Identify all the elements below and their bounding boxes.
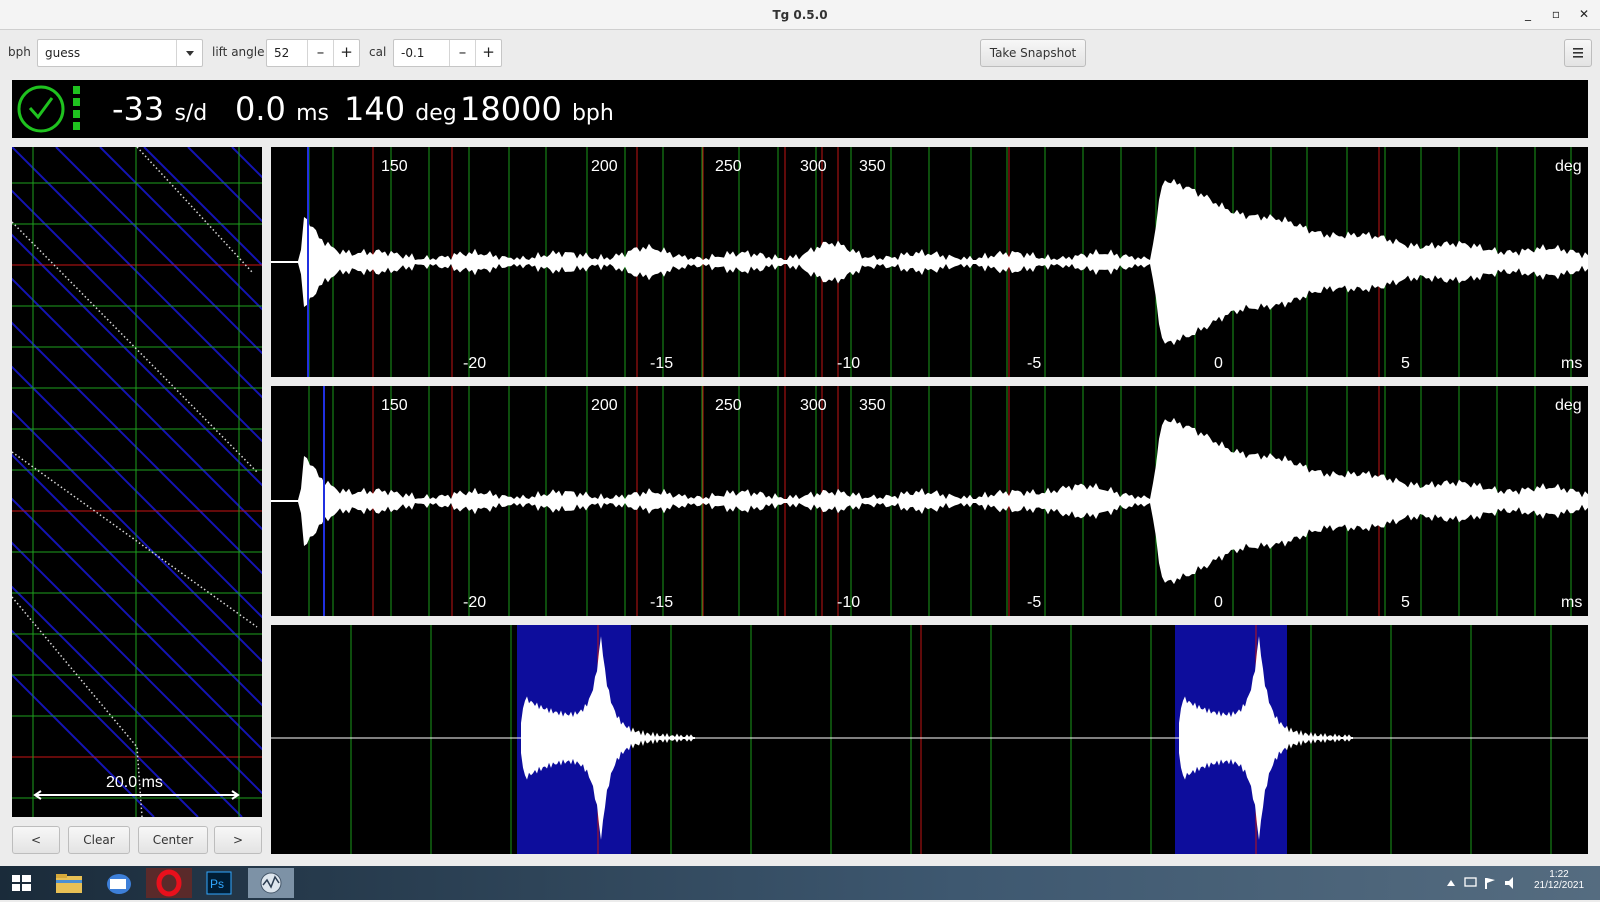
deg-tick-label: 350: [859, 397, 886, 414]
bph-value: 18000: [460, 90, 562, 128]
rate-unit: s/d: [174, 101, 208, 126]
cal-value[interactable]: -0.1: [401, 46, 424, 60]
opera-icon[interactable]: [146, 868, 192, 898]
cal-label: cal: [369, 45, 387, 59]
svg-text:Ps: Ps: [210, 877, 224, 891]
ms-unit-label: ms: [1561, 594, 1583, 611]
beat-error-value: 0.0: [235, 90, 286, 128]
ms-unit-label: ms: [1561, 355, 1583, 372]
ms-tick-label: 0: [1214, 594, 1223, 611]
cal-increment-button[interactable]: +: [475, 40, 501, 66]
amplitude-value: 140: [344, 90, 406, 128]
photoshop-icon[interactable]: Ps: [196, 868, 242, 898]
lift-angle-increment-button[interactable]: +: [333, 40, 359, 66]
next-button[interactable]: >: [214, 826, 262, 854]
deg-tick-label: 250: [715, 158, 742, 175]
bph-readout: 18000 bph: [460, 90, 614, 128]
take-snapshot-button[interactable]: Take Snapshot: [980, 39, 1086, 67]
paperstrip-scale-label: 20.0 ms: [106, 774, 163, 791]
system-tray-icons[interactable]: [1445, 875, 1525, 891]
taskbar: Ps 1:22 21/12/2021: [0, 866, 1600, 900]
tic-waveform-display: 150 200 250 300 350 deg -20 -15 -10 -5 0…: [271, 147, 1588, 377]
lift-angle-value[interactable]: 52: [274, 46, 289, 60]
ms-tick-label: -10: [837, 355, 861, 372]
chevron-down-icon[interactable]: [176, 40, 202, 66]
beat-error-readout: 0.0 ms: [235, 90, 329, 128]
checkmark-circle-icon: [17, 85, 65, 133]
bph-label: bph: [8, 45, 31, 59]
clock-time: 1:22: [1549, 869, 1569, 880]
signal-level-icon: [73, 86, 80, 130]
status-display: -33 s/d 0.0 ms 140 deg 18000 bph: [12, 80, 1588, 138]
maximize-icon[interactable]: ▫: [1548, 6, 1564, 22]
cal-decrement-button[interactable]: –: [449, 40, 475, 66]
clock-date: 21/12/2021: [1533, 880, 1585, 891]
deg-tick-label: 150: [381, 158, 408, 175]
toolbar: bph guess lift angle 52 – + cal -0.1 – +…: [0, 31, 1600, 75]
lift-angle-spinner[interactable]: 52 – +: [266, 39, 360, 67]
deg-tick-label: 300: [800, 397, 827, 414]
paperstrip-trace: [12, 451, 258, 628]
deg-unit-label: deg: [1555, 158, 1582, 175]
clock[interactable]: 1:22 21/12/2021: [1528, 869, 1590, 891]
deg-unit-label: deg: [1555, 397, 1582, 414]
window-title: Tg 0.5.0: [772, 8, 828, 22]
ms-tick-label: 5: [1401, 594, 1410, 611]
lift-angle-decrement-button[interactable]: –: [307, 40, 333, 66]
clear-button[interactable]: Clear: [68, 826, 130, 854]
deg-tick-label: 200: [591, 397, 618, 414]
deg-tick-label: 200: [591, 158, 618, 175]
toc-waveform-plot: [271, 386, 1588, 616]
deg-tick-label: 250: [715, 397, 742, 414]
deg-tick-label: 300: [800, 158, 827, 175]
ms-tick-label: 0: [1214, 355, 1223, 372]
toc-waveform-display: 150 200 250 300 350 deg -20 -15 -10 -5 0…: [271, 386, 1588, 616]
paperstrip-display[interactable]: 20.0 ms: [12, 147, 262, 817]
deg-tick-label: 350: [859, 158, 886, 175]
ms-tick-label: -5: [1027, 594, 1042, 611]
title-bar: Tg 0.5.0 _ ▫ ✕: [0, 0, 1600, 30]
ms-tick-label: 5: [1401, 355, 1410, 372]
ms-tick-label: -10: [837, 594, 861, 611]
amplitude-readout: 140 deg: [344, 90, 457, 128]
beat-error-unit: ms: [296, 101, 329, 126]
close-icon[interactable]: ✕: [1576, 6, 1592, 22]
amplitude-unit: deg: [415, 101, 457, 126]
period-waveform-plot: [271, 625, 1588, 854]
center-button[interactable]: Center: [138, 826, 208, 854]
tic-waveform-plot: [271, 147, 1588, 377]
bph-select-value: guess: [45, 46, 81, 60]
paperstrip-plot: [12, 147, 262, 817]
file-explorer-icon[interactable]: [46, 868, 92, 898]
paperstrip-trace: [136, 147, 253, 273]
ms-tick-label: -15: [650, 355, 674, 372]
lift-angle-label: lift angle: [212, 45, 265, 59]
prev-button[interactable]: <: [12, 826, 60, 854]
ms-tick-label: -20: [463, 594, 487, 611]
rate-readout: -33 s/d: [112, 90, 207, 128]
mail-icon[interactable]: [96, 868, 142, 898]
hamburger-menu-icon[interactable]: [1564, 39, 1592, 67]
ms-tick-label: -5: [1027, 355, 1042, 372]
period-waveform-display: [271, 625, 1588, 854]
windows-start-icon[interactable]: [0, 868, 46, 898]
bph-unit: bph: [571, 101, 614, 126]
rate-value: -33: [112, 90, 165, 128]
minimize-icon[interactable]: _: [1520, 6, 1536, 22]
deg-tick-label: 150: [381, 397, 408, 414]
cal-spinner[interactable]: -0.1 – +: [393, 39, 502, 67]
ms-tick-label: -20: [463, 355, 487, 372]
tg-app-icon[interactable]: [248, 868, 294, 898]
ms-tick-label: -15: [650, 594, 674, 611]
bph-select[interactable]: guess: [37, 39, 203, 67]
